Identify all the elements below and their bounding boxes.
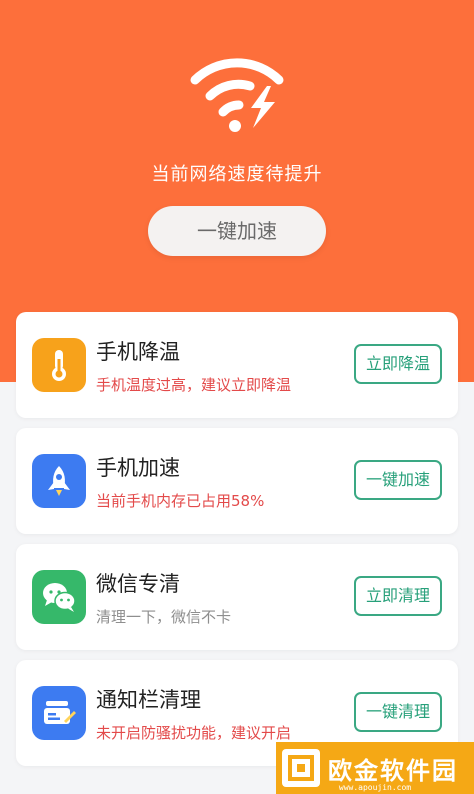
card-phone-cooling[interactable]: 手机降温 手机温度过高，建议立即降温 立即降温	[16, 312, 458, 418]
one-click-speedup-button[interactable]: 一键加速	[354, 460, 442, 500]
thermometer-icon	[32, 338, 86, 392]
card-subtitle: 当前手机内存已占用58%	[96, 492, 265, 510]
wechat-icon	[32, 570, 86, 624]
card-title: 手机降温	[96, 340, 180, 364]
network-status-text: 当前网络速度待提升	[151, 164, 323, 185]
watermark-logo-icon	[282, 749, 320, 787]
card-subtitle: 清理一下，微信不卡	[96, 608, 232, 626]
card-phone-boost[interactable]: 手机加速 当前手机内存已占用58% 一键加速	[16, 428, 458, 534]
notification-clean-icon	[32, 686, 86, 740]
cool-now-button[interactable]: 立即降温	[354, 344, 442, 384]
card-subtitle: 手机温度过高，建议立即降温	[96, 376, 292, 394]
one-click-clean-button[interactable]: 一键清理	[354, 692, 442, 732]
card-title: 微信专清	[96, 572, 180, 596]
rocket-icon	[32, 454, 86, 508]
watermark-url: www.apoujin.com	[338, 783, 412, 792]
clean-now-button[interactable]: 立即清理	[354, 576, 442, 616]
card-wechat-clean[interactable]: 微信专清 清理一下，微信不卡 立即清理	[16, 544, 458, 650]
card-title: 手机加速	[96, 456, 180, 480]
one-click-boost-button[interactable]: 一键加速	[148, 206, 326, 256]
card-subtitle: 未开启防骚扰功能，建议开启	[96, 724, 292, 742]
wifi-lightning-icon	[190, 58, 284, 132]
watermark-text: 欧金软件园	[328, 756, 458, 785]
card-title: 通知栏清理	[96, 688, 201, 712]
